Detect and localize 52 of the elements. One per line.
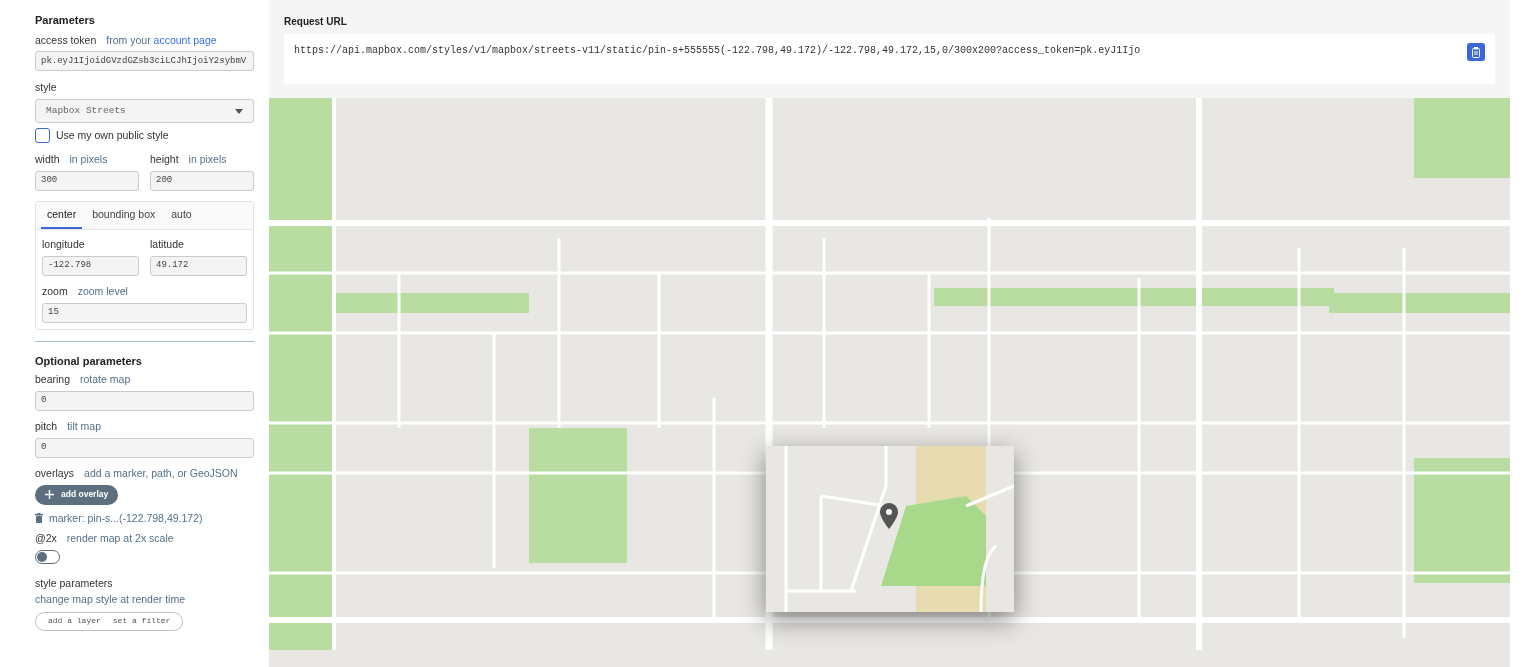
checkbox[interactable] [35, 128, 50, 144]
field-hint: change map style at render time [35, 591, 186, 607]
input-field[interactable]: 15 [42, 302, 247, 323]
toggle-switch[interactable] [35, 550, 60, 564]
input-field[interactable]: 0 [35, 437, 254, 458]
pill-button[interactable]: set a filter [112, 615, 171, 627]
field-label: pitch [35, 419, 58, 434]
trash-icon[interactable] [35, 513, 43, 524]
tab[interactable]: center [41, 201, 83, 230]
input-field[interactable]: pk.eyJ1IjoidGVzdGZsb3ciLCJhIjoiY2sybmV [35, 51, 254, 72]
field-hint: tilt map [67, 419, 102, 434]
field-hint: from your account page [106, 32, 217, 48]
input-field[interactable]: -122.798 [42, 256, 139, 276]
field-label: width [35, 151, 60, 167]
clipboard-icon [1472, 46, 1480, 58]
field-label: height [150, 151, 179, 167]
field-hint: in pixels [188, 151, 227, 167]
input-field[interactable]: 0 [35, 391, 254, 411]
input-field[interactable]: 200 [150, 170, 254, 191]
dropdown-value: Mapbox Streets [46, 103, 126, 118]
style-dropdown[interactable]: Mapbox Streets [35, 99, 254, 123]
tab[interactable]: bounding box [86, 201, 162, 230]
section-title: Optional parameters [35, 353, 143, 369]
checkbox-label: Use my own public style [56, 128, 169, 143]
field-hint: rotate map [80, 372, 131, 388]
caret-icon [235, 108, 243, 114]
field-label: access token [35, 32, 97, 48]
request-url: https://api.mapbox.com/styles/v1/mapbox/streets-v11/static/pin-s+555555(-122.798,49.172)/-122.798,49.172,15,0/300x200?access_token=pk.eyJ1Ijo [294, 44, 1141, 58]
field-label: latitude [150, 237, 184, 253]
map-pin-icon [880, 503, 898, 529]
field-hint: add a marker, path, or GeoJSON [84, 465, 238, 481]
add-overlay-button[interactable]: add overlay [35, 484, 119, 505]
section-title: Parameters [35, 13, 96, 28]
field-label: style [35, 80, 57, 96]
account-page-link[interactable]: account page [153, 33, 217, 46]
field-hint: zoom level [77, 284, 128, 299]
input-field[interactable]: 300 [35, 170, 139, 191]
field-label: zoom [42, 284, 68, 299]
field-hint: render map at 2x scale [66, 531, 174, 547]
field-label: bearing [35, 372, 71, 388]
field-label: style parameters [35, 576, 114, 591]
section-title: Request URL [284, 15, 348, 29]
plus-icon [45, 490, 54, 499]
pill-button[interactable]: add a layer [48, 615, 101, 627]
overlay-item[interactable]: marker: pin-s...(-122.798,49.172) [49, 510, 203, 527]
field-label: longitude [42, 237, 85, 253]
tab[interactable]: auto [165, 201, 198, 230]
copy-button[interactable] [1467, 43, 1485, 61]
field-label: @2x [35, 531, 57, 547]
input-field[interactable]: 49.172 [150, 256, 247, 276]
field-label: overlays [35, 465, 75, 481]
field-hint: in pixels [69, 151, 108, 167]
